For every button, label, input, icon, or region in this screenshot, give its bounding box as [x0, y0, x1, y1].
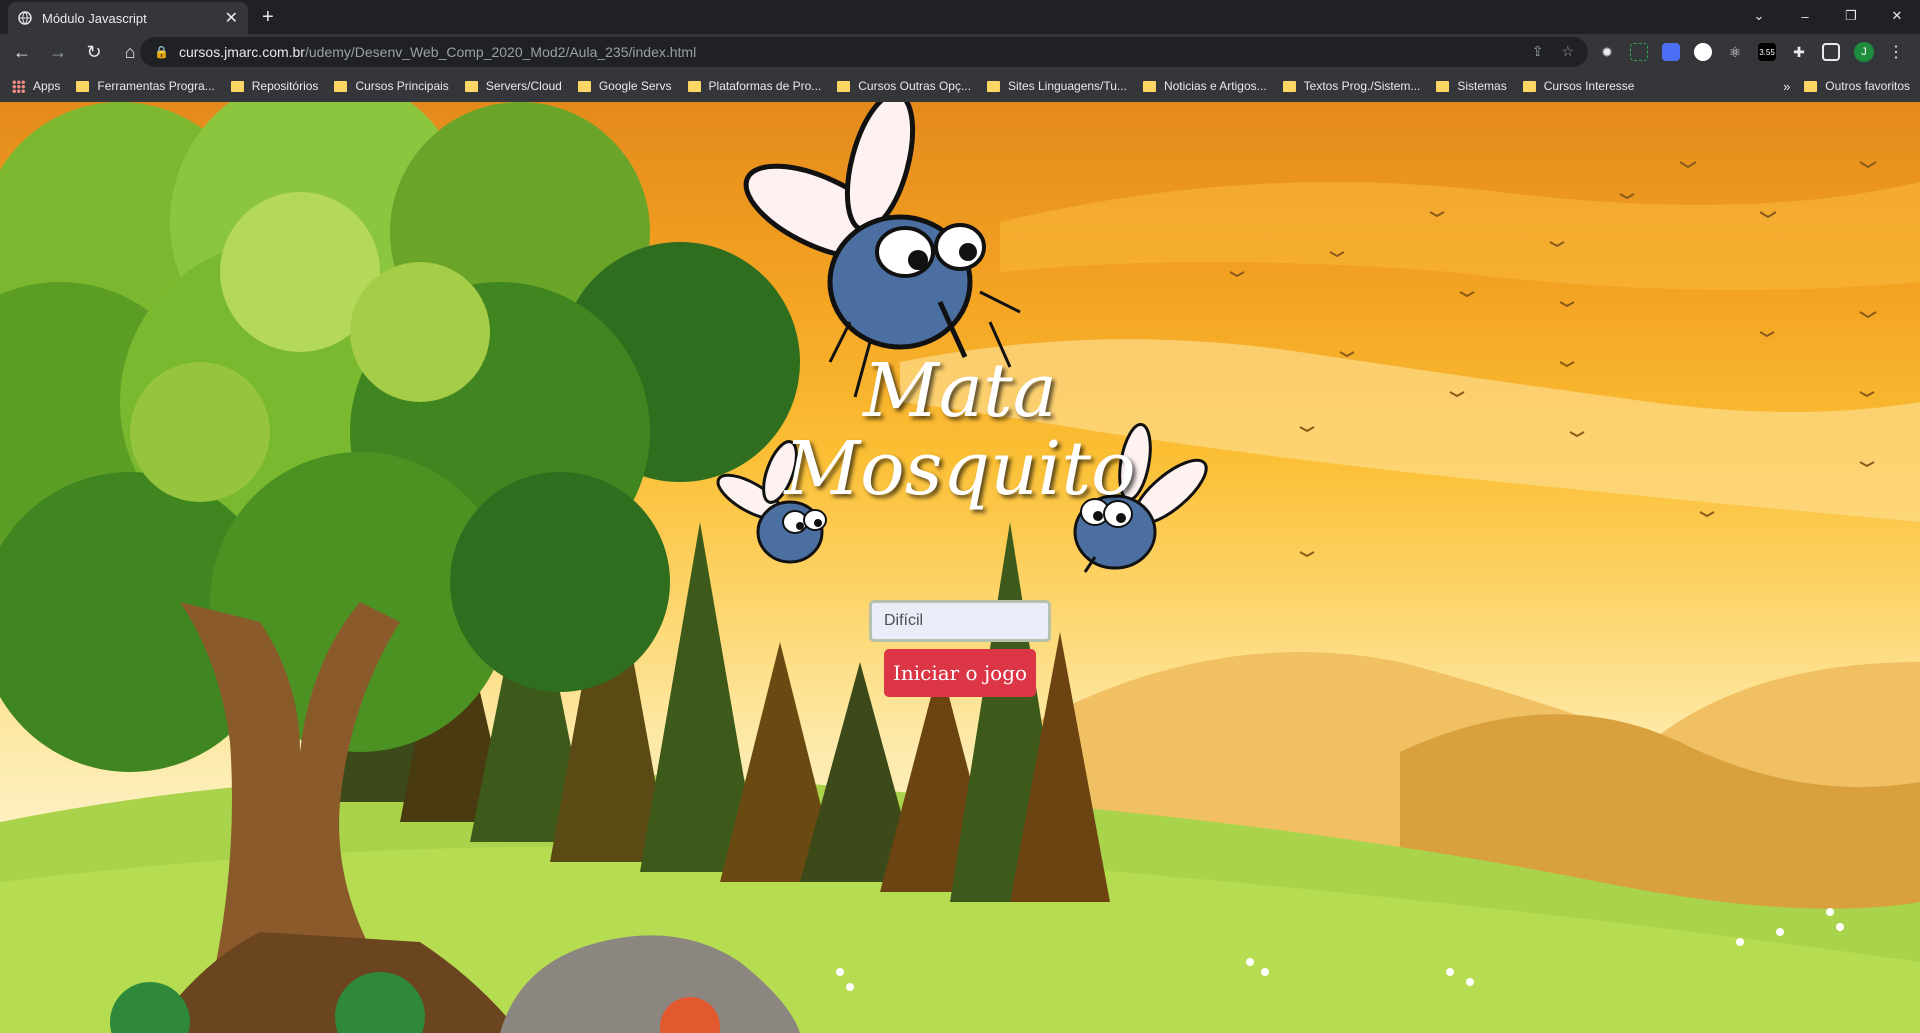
toolbar: ← → ↻ ⌂ 🔒 cursos.jmarc.com.br/udemy/Dese… [0, 34, 1920, 70]
bookmarks-bar: Apps Ferramentas Progra... Repositórios … [0, 72, 1920, 100]
forward-icon[interactable]: → [44, 38, 72, 66]
title-line-2: Mosquito [784, 426, 1136, 512]
bookmark-star-icon[interactable]: ☆ [1561, 43, 1574, 60]
minimize-button[interactable]: – [1782, 0, 1828, 32]
folder-icon [986, 80, 1000, 92]
difficulty-select[interactable]: Difícil [869, 600, 1051, 642]
bookmark-folder[interactable]: Cursos Principais [334, 79, 449, 93]
bookmark-folder[interactable]: Cursos Outras Opç... [837, 79, 971, 93]
tab-close-icon[interactable]: ✕ [225, 8, 238, 28]
page-title: Mata Mosquito [0, 352, 1920, 508]
folder-icon [76, 80, 90, 92]
folder-icon [1282, 80, 1296, 92]
extensions-area: ✹ ⚛ 3.55 ✚ J ⋮ [1598, 42, 1904, 62]
folder-icon [1522, 80, 1536, 92]
tab-strip: Módulo Javascript ✕ + ⌄ – ❐ ✕ [0, 0, 1920, 34]
share-icon[interactable]: ⇪ [1532, 43, 1544, 60]
address-bar[interactable]: 🔒 cursos.jmarc.com.br/udemy/Desenv_Web_C… [140, 37, 1588, 67]
title-line-1: Mata [863, 348, 1057, 434]
folder-icon [687, 80, 701, 92]
bookmark-apps[interactable]: Apps [12, 79, 60, 93]
apps-grid-icon [12, 79, 25, 93]
bookmark-folder[interactable]: Cursos Interesse [1522, 79, 1634, 93]
folder-icon [577, 80, 591, 92]
tab-title: Módulo Javascript [42, 10, 147, 26]
page-viewport: Mata Mosquito Difícil Iniciar o jogo [0, 102, 1920, 1033]
folder-icon [1804, 80, 1818, 92]
side-panel-icon[interactable] [1822, 43, 1840, 61]
url-host: cursos.jmarc.com.br [178, 44, 305, 60]
tab-active[interactable]: Módulo Javascript ✕ [8, 2, 248, 34]
bookmark-other-favorites[interactable]: Outros favoritos [1804, 79, 1910, 93]
close-window-button[interactable]: ✕ [1874, 0, 1920, 32]
bookmark-folder[interactable]: Servers/Cloud [464, 79, 562, 93]
folder-icon [837, 80, 851, 92]
screenshot-extension-icon[interactable] [1630, 43, 1648, 61]
bookmark-folder[interactable]: Sites Linguagens/Tu... [986, 79, 1127, 93]
window-controls: ⌄ – ❐ ✕ [1736, 0, 1920, 32]
bookmark-folder[interactable]: Noticias e Artigos... [1142, 79, 1267, 93]
forest-background [0, 102, 1920, 1033]
avatar[interactable]: J [1854, 42, 1874, 62]
reload-icon[interactable]: ↻ [80, 38, 108, 66]
bookmark-folder[interactable]: Sistemas [1436, 79, 1507, 93]
start-game-button[interactable]: Iniciar o jogo [884, 649, 1036, 697]
folder-icon [1436, 80, 1450, 92]
bookmark-folder[interactable]: Repositórios [230, 79, 318, 93]
tab-search-icon[interactable]: ⌄ [1736, 0, 1782, 32]
folder-icon [464, 80, 478, 92]
back-icon[interactable]: ← [8, 38, 36, 66]
lcp-extension-icon[interactable]: 3.55 [1758, 43, 1776, 61]
folder-icon [1142, 80, 1156, 92]
react-extension-icon[interactable]: ⚛ [1726, 43, 1744, 61]
restore-button[interactable]: ❐ [1828, 0, 1874, 32]
url-path: /udemy/Desenv_Web_Comp_2020_Mod2/Aula_23… [304, 44, 697, 60]
folder-icon [334, 80, 348, 92]
bookmarks-overflow-button[interactable]: » [1783, 79, 1790, 94]
globe-icon [18, 11, 32, 25]
gear-extension-icon[interactable]: ✹ [1598, 43, 1616, 61]
menu-icon[interactable]: ⋮ [1888, 42, 1904, 62]
darkmode-extension-icon[interactable] [1694, 43, 1712, 61]
bookmark-folder[interactable]: Ferramentas Progra... [76, 79, 215, 93]
folder-icon [230, 80, 244, 92]
blue-extension-icon[interactable] [1662, 43, 1680, 61]
lock-icon[interactable]: 🔒 [154, 45, 169, 59]
new-tab-button[interactable]: + [262, 6, 274, 29]
puzzle-icon[interactable]: ✚ [1790, 43, 1808, 61]
bookmark-folder[interactable]: Plataformas de Pro... [687, 79, 821, 93]
bookmark-folder[interactable]: Textos Prog./Sistem... [1282, 79, 1420, 93]
bookmark-folder[interactable]: Google Servs [577, 79, 672, 93]
browser-chrome: Módulo Javascript ✕ + ⌄ – ❐ ✕ ← → ↻ ⌂ 🔒 … [0, 0, 1920, 102]
